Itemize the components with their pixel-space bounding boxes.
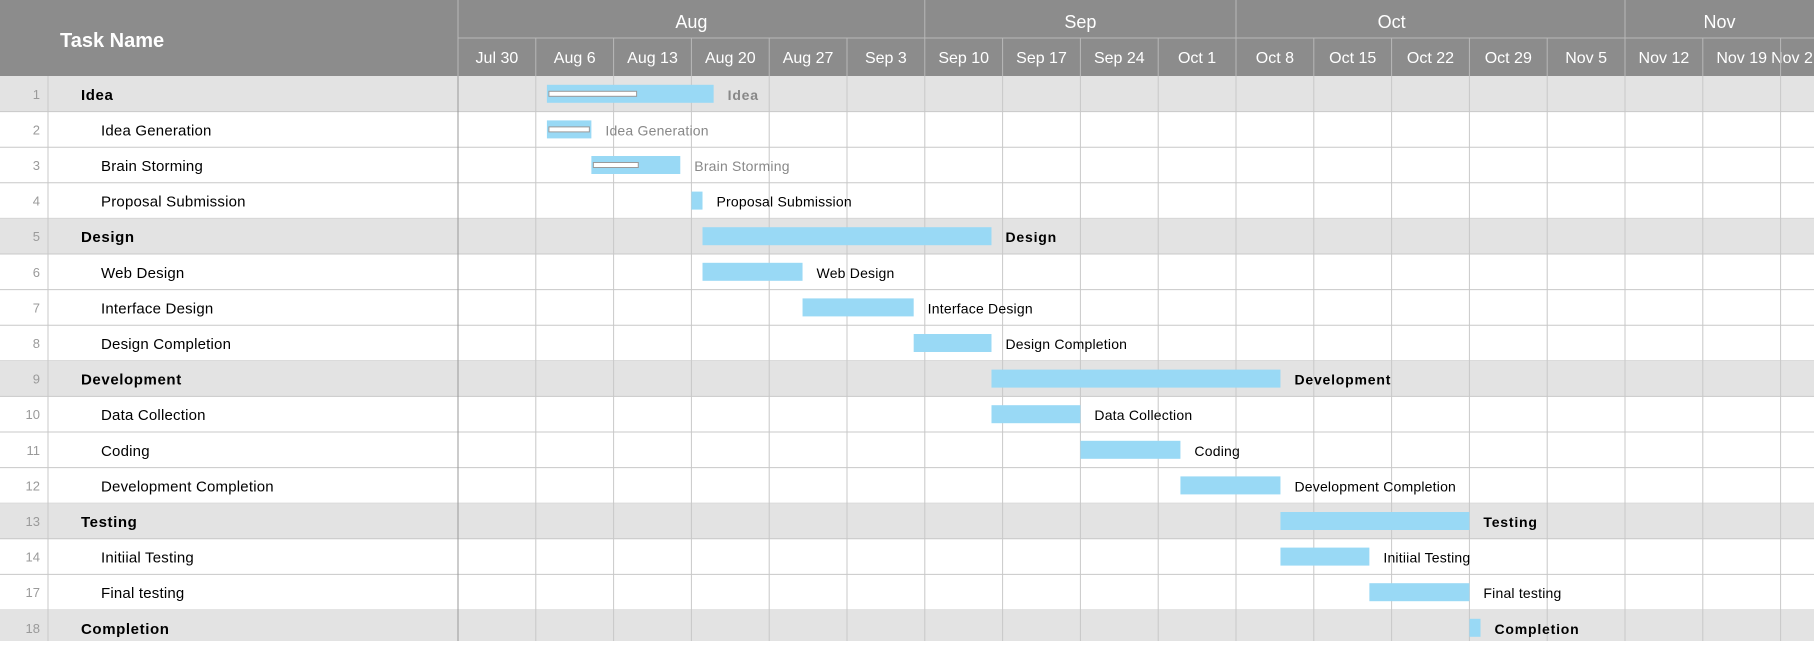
summary-row-background [0, 360, 1814, 397]
task-name: Proposal Submission [101, 194, 246, 211]
row-number: 9 [33, 372, 40, 387]
task-name-header: Task Name [60, 30, 164, 52]
row-number: 11 [27, 443, 41, 458]
week-label: Jul 30 [476, 50, 519, 67]
month-label-aug: Aug [675, 12, 707, 32]
task-bar [1080, 440, 1181, 459]
week-label: Aug 20 [705, 50, 756, 67]
week-label: Nov 2 [1771, 50, 1813, 67]
row-number: 10 [26, 407, 40, 422]
task-bar [991, 369, 1281, 388]
task-bar [1280, 547, 1370, 566]
gantt-chart: Task Name Aug Sep Oct Nov Jul 30 Aug 6 Aug 13 Au… [0, 0, 1814, 646]
week-label: Aug 27 [783, 50, 834, 67]
row-number: 4 [33, 194, 40, 209]
task-name: Brain Storming [101, 158, 203, 175]
task-bar [913, 334, 992, 352]
bar-label: Data Collection [1094, 407, 1192, 423]
month-label-oct: Oct [1378, 12, 1406, 32]
row-number: 6 [33, 265, 40, 280]
task-name: Development Completion [101, 478, 274, 495]
task-bar [702, 262, 803, 281]
task-bar [1180, 476, 1281, 495]
week-label: Oct 15 [1329, 50, 1376, 67]
task-name: Design Completion [101, 336, 231, 353]
task-name: Data Collection [101, 407, 206, 424]
week-label: Sep 3 [865, 50, 907, 67]
task-name: Web Design [101, 265, 184, 282]
task-bar [1469, 618, 1481, 637]
progress-indicator [592, 162, 639, 168]
task-name: Interface Design [101, 300, 213, 317]
task-bar [1369, 583, 1470, 602]
bar-label: Interface Design [928, 300, 1033, 316]
week-label: Oct 29 [1485, 50, 1532, 67]
row-number: 5 [33, 229, 40, 244]
summary-row-background [0, 503, 1814, 539]
row-number: 2 [33, 122, 40, 137]
bar-label: Development [1294, 372, 1391, 388]
week-label: Oct 1 [1178, 50, 1216, 67]
week-label: Oct 22 [1407, 50, 1454, 67]
summary-row-background [0, 76, 1814, 112]
bar-label: Design [1005, 229, 1056, 245]
week-label: Nov 5 [1565, 50, 1607, 67]
bar-label: Proposal Submission [717, 194, 852, 210]
task-bar [691, 191, 703, 210]
row-number: 7 [33, 300, 40, 315]
row-number: 8 [33, 336, 40, 351]
bar-label: Idea Generation [605, 122, 708, 138]
task-name: Final testing [101, 585, 184, 602]
task-name: Coding [101, 443, 150, 460]
bar-label: Completion [1495, 621, 1580, 637]
row-number: 14 [26, 550, 40, 565]
row-number: 3 [33, 158, 40, 173]
progress-indicator [548, 90, 638, 97]
summary-task-name: Completion [81, 621, 170, 638]
month-label-nov: Nov [1703, 12, 1735, 32]
week-label: Sep 17 [1016, 50, 1067, 67]
bar-label: Coding [1194, 443, 1240, 459]
week-label: Oct 8 [1256, 50, 1294, 67]
task-bar [991, 405, 1081, 424]
task-bar [802, 298, 914, 317]
week-label: Sep 24 [1094, 50, 1145, 67]
summary-task-name: Testing [81, 514, 137, 531]
summary-task-name: Idea [81, 87, 113, 104]
bar-label: Brain Storming [694, 158, 789, 174]
row-number: 18 [26, 621, 40, 636]
week-label: Aug 6 [554, 50, 596, 67]
bar-label: Development Completion [1294, 478, 1456, 494]
row-number: 13 [26, 514, 40, 529]
month-label-sep: Sep [1064, 12, 1096, 32]
summary-task-name: Design [81, 229, 135, 246]
week-label: Aug 13 [627, 50, 678, 67]
task-bar [1280, 512, 1470, 530]
week-label: Sep 10 [938, 50, 989, 67]
bar-label: Design Completion [1005, 336, 1127, 352]
task-name: Initiial Testing [101, 550, 194, 567]
bar-label: Testing [1483, 514, 1537, 530]
task-bar [702, 227, 992, 246]
week-label: Nov 19 [1716, 50, 1767, 67]
progress-indicator [548, 126, 590, 133]
row-number: 1 [33, 87, 40, 102]
bar-label: Web Design [817, 265, 895, 281]
bar-label: Initiial Testing [1383, 550, 1470, 566]
task-name: Idea Generation [101, 122, 212, 139]
week-label: Nov 12 [1639, 50, 1690, 67]
bar-label: Idea [728, 87, 759, 103]
row-number: 17 [26, 585, 40, 600]
bar-label: Final testing [1483, 585, 1561, 601]
summary-task-name: Development [81, 372, 182, 389]
row-number: 12 [26, 478, 40, 493]
gantt-svg: Task Name Aug Sep Oct Nov Jul 30 Aug 6 Aug 13 Au… [0, 0, 1814, 646]
